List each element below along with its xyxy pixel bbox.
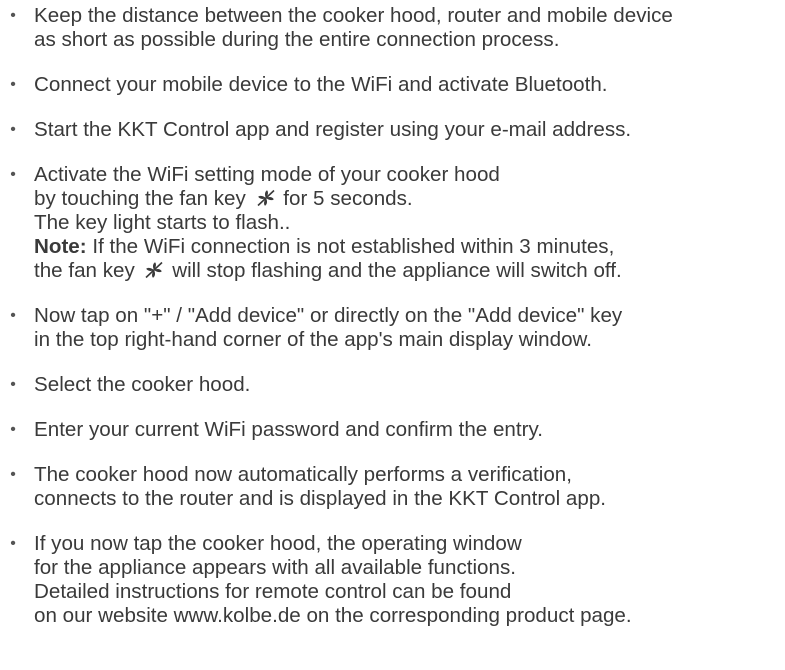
fan-icon — [256, 189, 276, 207]
bullet: • — [10, 307, 16, 324]
list-item: • If you now tap the cooker hood, the op… — [8, 532, 783, 628]
list-item: • Connect your mobile device to the WiFi… — [8, 73, 783, 97]
item-text-line: Start the KKT Control app and register u… — [34, 118, 632, 141]
item-text-line: by touching the fan key for 5 seconds. — [34, 187, 783, 211]
list-item: • Enter your current WiFi password and c… — [8, 418, 783, 442]
bullet: • — [10, 121, 16, 138]
item-text-line: Select the cooker hood. — [34, 373, 251, 396]
bullet: • — [10, 76, 16, 93]
item-text-line: Detailed instructions for remote control… — [34, 580, 512, 603]
item-text-line: Connect your mobile device to the WiFi a… — [34, 73, 608, 96]
item-text-segment: will stop flashing and the appliance wil… — [172, 259, 622, 282]
item-text-line: Enter your current WiFi password and con… — [34, 418, 543, 441]
item-text-line: in the top right-hand corner of the app'… — [34, 328, 593, 351]
item-text-segment: for 5 seconds. — [283, 187, 413, 210]
item-text-segment: the fan key — [34, 259, 135, 282]
item-text-line: connects to the router and is displayed … — [34, 487, 607, 510]
list-item: • Keep the distance between the cooker h… — [8, 4, 783, 52]
bullet: • — [10, 166, 16, 183]
item-text-line: The cooker hood now automatically perfor… — [34, 463, 572, 486]
bullet: • — [10, 7, 16, 24]
item-text-line: If you now tap the cooker hood, the oper… — [34, 532, 522, 555]
item-text-line: as short as possible during the entire c… — [34, 28, 560, 51]
bullet: • — [10, 421, 16, 438]
bullet: • — [10, 376, 16, 393]
item-text-line: Now tap on "+" / "Add device" or directl… — [34, 304, 623, 327]
list-item: • Select the cooker hood. — [8, 373, 783, 397]
item-text-line: the fan key will stop flashing and the a… — [34, 259, 783, 283]
item-text-line: Keep the distance between the cooker hoo… — [34, 4, 673, 27]
item-text-segment: by touching the fan key — [34, 187, 246, 210]
note-label: Note: — [34, 235, 87, 258]
item-text-line: The key light starts to flash.. — [34, 211, 291, 234]
item-text-line: Activate the WiFi setting mode of your c… — [34, 163, 500, 186]
note-text: If the WiFi connection is not establishe… — [86, 235, 615, 258]
instruction-list: • Keep the distance between the cooker h… — [8, 4, 783, 628]
list-item: • Now tap on "+" / "Add device" or direc… — [8, 304, 783, 352]
bullet: • — [10, 535, 16, 552]
bullet: • — [10, 466, 16, 483]
list-item: • Start the KKT Control app and register… — [8, 118, 783, 142]
item-text-line: Note: If the WiFi connection is not esta… — [34, 235, 783, 259]
fan-icon — [144, 261, 164, 279]
list-item: • Activate the WiFi setting mode of your… — [8, 163, 783, 283]
item-text-line: for the appliance appears with all avail… — [34, 556, 516, 579]
item-text-line: on our website www.kolbe.de on the corre… — [34, 604, 632, 627]
list-item: • The cooker hood now automatically perf… — [8, 463, 783, 511]
